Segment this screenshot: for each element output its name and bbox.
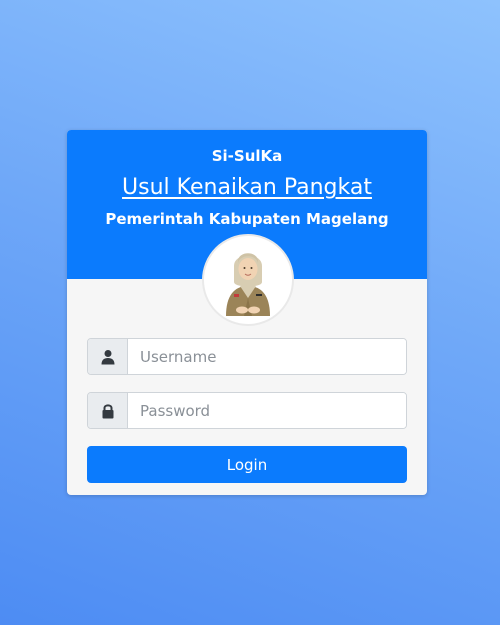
username-group	[87, 338, 407, 375]
login-card: Si-SulKa Usul Kenaikan Pangkat Pemerinta…	[67, 130, 427, 495]
page-subtitle: Pemerintah Kabupaten Magelang	[105, 210, 389, 228]
login-button[interactable]: Login	[87, 446, 407, 483]
lock-icon	[102, 403, 113, 418]
page-title[interactable]: Usul Kenaikan Pangkat	[67, 174, 427, 202]
user-icon	[101, 349, 114, 364]
official-avatar-icon	[226, 253, 270, 316]
app-name: Si-SulKa	[211, 147, 283, 165]
password-input[interactable]	[128, 393, 406, 428]
username-input[interactable]	[128, 339, 406, 374]
avatar	[202, 234, 294, 326]
username-addon	[88, 339, 128, 374]
password-addon	[88, 393, 128, 428]
password-group	[87, 392, 407, 429]
